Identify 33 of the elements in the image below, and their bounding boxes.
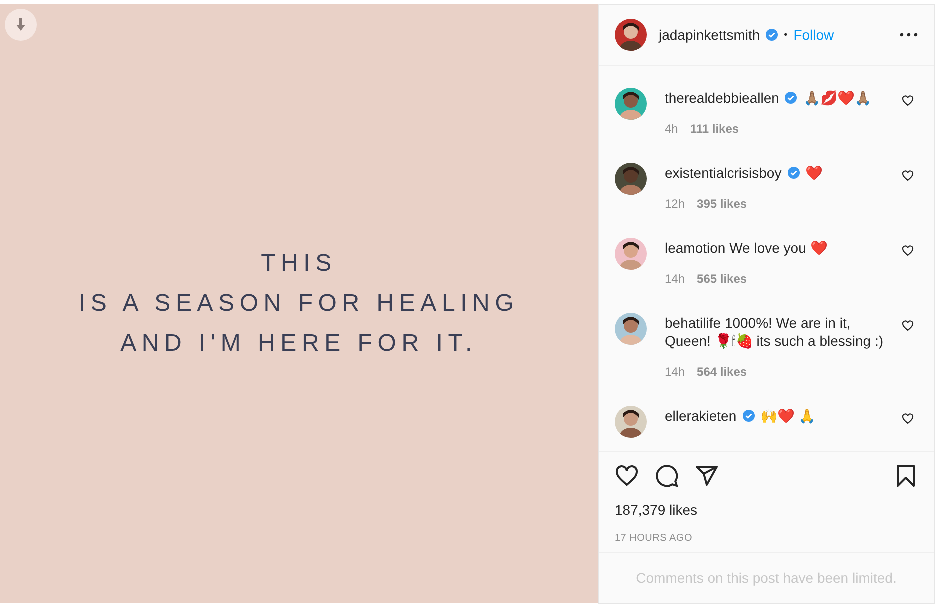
comment-text: behatilife 1000%! We are in it, Queen! 🌹🕯🍓 its such a blessing :) [665, 314, 885, 350]
comment-likes[interactable]: 395 likes [697, 195, 748, 213]
post-time: 17 HOURS AGO [615, 532, 694, 546]
quote-text: IS A SEASON FOR HEALING [78, 288, 520, 318]
comment-likes[interactable]: 565 likes [697, 270, 748, 288]
comment-time: 12h [665, 196, 686, 213]
like-heart-icon[interactable] [902, 413, 914, 425]
likes-count[interactable]: 187,379 likes [615, 500, 918, 521]
download-button[interactable] [5, 9, 37, 41]
comment-text: ellerakieten 🙌❤ 🙏 [665, 407, 816, 425]
more-options-icon[interactable] [900, 33, 918, 37]
like-heart-icon[interactable] [902, 245, 914, 257]
comment-likes[interactable]: 564 likes [697, 363, 748, 381]
down-arrow-icon [15, 18, 27, 32]
comment-time: 14h [665, 271, 686, 288]
comment-time: 4h [665, 121, 678, 138]
comment-text: therealdebbieallen 🙏🏽💋❤🙏🏽 [665, 89, 872, 107]
quote-text: THIS [261, 248, 337, 278]
share-icon[interactable] [695, 464, 719, 488]
like-heart-icon[interactable] [902, 95, 914, 107]
quote-text: AND I'M HERE FOR IT. [120, 328, 478, 358]
comment-time: 14h [665, 364, 686, 381]
username[interactable]: jadapinkettsmith [659, 24, 760, 46]
separator-dot: • [784, 28, 788, 42]
comment-likes[interactable]: 111 likes [690, 120, 740, 138]
comment-text: existentialcrisisboy ❤ [665, 164, 824, 182]
bookmark-icon[interactable] [894, 464, 918, 488]
like-heart-icon[interactable] [902, 170, 914, 182]
follow-link[interactable]: Follow [794, 24, 834, 46]
heart-icon[interactable] [615, 464, 639, 488]
comment-text: leamotion We love you ❤ [665, 239, 828, 257]
comment-icon[interactable] [655, 464, 679, 488]
like-heart-icon[interactable] [902, 320, 914, 332]
